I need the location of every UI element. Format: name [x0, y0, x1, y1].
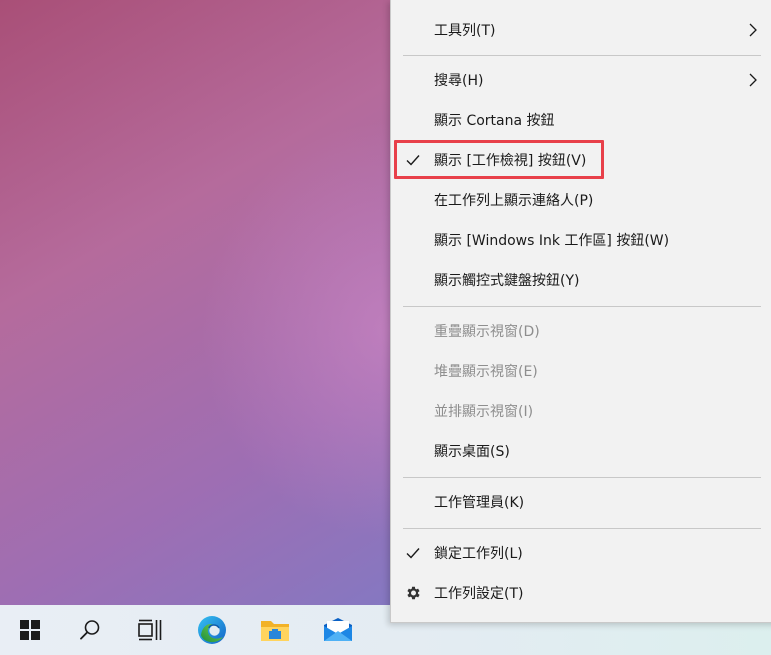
- menu-item-label: 顯示觸控式鍵盤按鈕(Y): [434, 273, 580, 289]
- menu-item-label: 工作管理員(K): [434, 495, 525, 511]
- menu-item-taskbar-settings[interactable]: 工作列設定(T): [391, 575, 771, 611]
- mail-button[interactable]: [308, 605, 368, 655]
- folder-icon: [261, 621, 289, 641]
- menu-item-label: 在工作列上顯示連絡人(P): [434, 193, 594, 209]
- menu-item-label: 工具列(T): [434, 23, 496, 39]
- menu-item-side-by-side-windows: 並排顯示視窗(I): [391, 393, 771, 429]
- windows-logo-icon: [20, 620, 40, 640]
- menu-separator: [403, 528, 761, 529]
- menu-item-lock-taskbar[interactable]: 鎖定工作列(L): [391, 535, 771, 571]
- menu-item-show-windows-ink-button[interactable]: 顯示 [Windows Ink 工作區] 按鈕(W): [391, 222, 771, 258]
- menu-item-task-manager[interactable]: 工作管理員(K): [391, 484, 771, 520]
- menu-item-cascade-windows: 重疊顯示視窗(D): [391, 313, 771, 349]
- menu-item-label: 重疊顯示視窗(D): [434, 324, 540, 340]
- menu-item-toolbars[interactable]: 工具列(T): [391, 12, 771, 48]
- menu-item-label: 堆疊顯示視窗(E): [434, 364, 538, 380]
- chevron-right-icon: [749, 23, 757, 37]
- menu-item-label: 顯示 [Windows Ink 工作區] 按鈕(W): [434, 233, 670, 249]
- search-icon: [80, 620, 100, 640]
- gear-icon: [407, 586, 420, 600]
- edge-browser-button[interactable]: [182, 605, 242, 655]
- menu-item-show-touch-keyboard-button[interactable]: 顯示觸控式鍵盤按鈕(Y): [391, 262, 771, 298]
- menu-item-label: 工作列設定(T): [434, 586, 524, 602]
- edge-browser-icon: [198, 616, 226, 644]
- menu-item-show-desktop[interactable]: 顯示桌面(S): [391, 433, 771, 469]
- menu-item-show-cortana-button[interactable]: 顯示 Cortana 按鈕: [391, 102, 771, 138]
- menu-item-label: 鎖定工作列(L): [434, 546, 523, 562]
- file-explorer-button[interactable]: [245, 605, 305, 655]
- checkmark-icon: [406, 548, 420, 559]
- search-button[interactable]: [60, 605, 120, 655]
- mail-icon: [324, 618, 352, 641]
- highlight-annotation-box: [394, 140, 604, 179]
- menu-item-search[interactable]: 搜尋(H): [391, 62, 771, 98]
- menu-item-label: 並排顯示視窗(I): [434, 404, 534, 420]
- chevron-right-icon: [749, 73, 757, 87]
- task-view-button[interactable]: [120, 605, 180, 655]
- menu-item-show-people[interactable]: 在工作列上顯示連絡人(P): [391, 182, 771, 218]
- menu-item-stack-windows: 堆疊顯示視窗(E): [391, 353, 771, 389]
- menu-separator: [403, 477, 761, 478]
- taskbar-context-menu: 工具列(T) 搜尋(H) 顯示 Cortana 按鈕 顯示 [工作檢視] 按鈕(…: [390, 0, 771, 623]
- start-button[interactable]: [0, 605, 60, 655]
- menu-separator: [403, 306, 761, 307]
- menu-separator: [403, 55, 761, 56]
- menu-item-label: 顯示 Cortana 按鈕: [434, 113, 555, 129]
- task-view-icon: [138, 619, 162, 641]
- menu-item-label: 顯示桌面(S): [434, 444, 510, 460]
- menu-item-label: 搜尋(H): [434, 73, 484, 89]
